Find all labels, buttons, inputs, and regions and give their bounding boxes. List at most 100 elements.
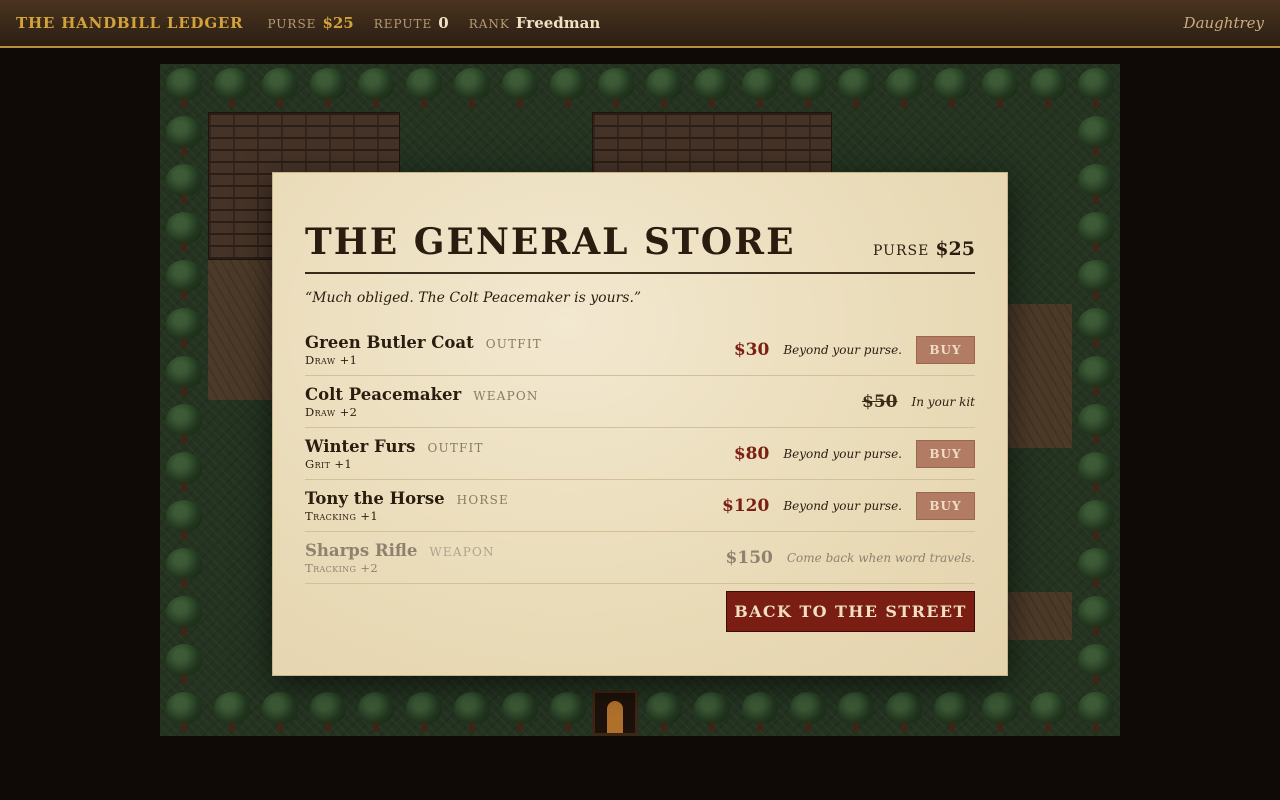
tree-tile — [500, 66, 540, 110]
tree-tile — [740, 66, 780, 110]
tree-tile — [644, 66, 684, 110]
tree-tile — [932, 66, 972, 110]
tree-tile — [548, 66, 588, 110]
item-row-tony-the-horse: Tony the Horse HORSE Tracking +1 $120 Be… — [305, 480, 975, 532]
tree-tile — [164, 210, 204, 254]
repute-stat: REPUTE 0 — [374, 14, 449, 32]
tree-tile — [212, 690, 252, 734]
item-list: Green Butler Coat OUTFIT Draw +1 $30 Bey… — [305, 324, 975, 584]
item-name: Winter Furs — [305, 436, 416, 456]
item-name: Colt Peacemaker — [305, 384, 462, 404]
tree-tile — [452, 690, 492, 734]
store-door — [592, 690, 638, 736]
tree-tile — [164, 258, 204, 302]
item-note: Beyond your purse. — [783, 342, 902, 357]
tree-tile — [164, 498, 204, 542]
store-purse-label: PURSE — [873, 243, 930, 259]
tree-tile — [164, 546, 204, 590]
tree-tile — [164, 690, 204, 734]
tree-tile — [1076, 642, 1116, 686]
tree-tile — [164, 162, 204, 206]
tree-tile — [356, 690, 396, 734]
item-price-struck: $50 — [862, 391, 898, 412]
purse-stat: PURSE $25 — [267, 14, 353, 32]
tree-tile — [788, 66, 828, 110]
tree-tile — [500, 690, 540, 734]
repute-value: 0 — [438, 14, 449, 32]
top-bar: THE HANDBILL LEDGER PURSE $25 REPUTE 0 R… — [0, 0, 1280, 48]
rank-label: RANK — [468, 17, 510, 31]
town-name: Daughtrey — [1183, 14, 1264, 32]
shopkeeper-quote: “Much obliged. The Colt Peacemaker is yo… — [305, 290, 642, 306]
tree-tile — [1076, 594, 1116, 638]
tree-tile — [356, 66, 396, 110]
owned-note: In your kit — [911, 394, 976, 409]
tree-tile — [1028, 690, 1068, 734]
tree-tile — [164, 594, 204, 638]
building-right — [592, 112, 832, 176]
item-type: OUTFIT — [427, 440, 484, 455]
tree-tile — [1076, 498, 1116, 542]
item-name: Green Butler Coat — [305, 332, 474, 352]
repute-label: REPUTE — [373, 17, 433, 31]
tree-tile — [164, 402, 204, 446]
tree-tile — [404, 66, 444, 110]
tree-tile — [548, 690, 588, 734]
tree-tile — [1076, 402, 1116, 446]
tree-tile — [932, 690, 972, 734]
store-purse-value: $25 — [935, 238, 975, 260]
dirt-path-bottom-right — [1008, 592, 1072, 640]
buy-button-green-butler-coat[interactable]: BUY — [916, 335, 975, 364]
item-stat: Draw +1 — [305, 352, 358, 367]
back-to-street-button[interactable]: BACK TO THE STREET — [726, 591, 975, 632]
tree-tile — [164, 306, 204, 350]
purse-value: $25 — [322, 14, 354, 32]
tree-tile — [692, 66, 732, 110]
item-price: $80 — [733, 443, 770, 464]
tree-tile — [1076, 66, 1116, 110]
item-row-sharps-rifle: Sharps Rifle WEAPON Tracking +2 $150 Com… — [305, 532, 975, 584]
tree-tile — [164, 114, 204, 158]
tree-tile — [884, 690, 924, 734]
item-price: $150 — [725, 547, 773, 568]
item-row-green-butler-coat: Green Butler Coat OUTFIT Draw +1 $30 Bey… — [305, 324, 975, 376]
tree-tile — [1076, 306, 1116, 350]
tree-tile — [1076, 450, 1116, 494]
item-stat: Tracking +2 — [305, 560, 379, 575]
item-row-colt-peacemaker: Colt Peacemaker WEAPON Draw +2 $50 In yo… — [305, 376, 975, 428]
item-row-winter-furs: Winter Furs OUTFIT Grit +1 $80 Beyond yo… — [305, 428, 975, 480]
tree-tile — [788, 690, 828, 734]
tree-tile — [836, 66, 876, 110]
tree-tile — [164, 354, 204, 398]
tree-tile — [1076, 690, 1116, 734]
tree-tile — [308, 66, 348, 110]
tree-tile — [836, 690, 876, 734]
tree-tile — [1076, 354, 1116, 398]
tree-tile — [308, 690, 348, 734]
dirt-path-right — [1008, 304, 1072, 448]
tree-tile — [644, 690, 684, 734]
tree-tile — [1076, 210, 1116, 254]
tree-tile — [884, 66, 924, 110]
store-purse: PURSE $25 — [873, 238, 975, 260]
tree-tile — [1076, 114, 1116, 158]
item-name: Tony the Horse — [305, 488, 445, 508]
tree-tile — [1076, 162, 1116, 206]
store-header: THE GENERAL STORE PURSE $25 — [305, 197, 975, 274]
item-note: Beyond your purse. — [783, 498, 902, 513]
rank-stat: RANK Freedman — [469, 14, 601, 32]
item-price: $30 — [733, 339, 770, 360]
item-type: WEAPON — [429, 544, 495, 559]
buy-button-tony-the-horse[interactable]: BUY — [916, 491, 975, 520]
purse-label: PURSE — [267, 17, 317, 31]
tree-tile — [212, 66, 252, 110]
tree-tile — [1076, 258, 1116, 302]
store-title: THE GENERAL STORE — [305, 221, 796, 263]
tree-tile — [260, 66, 300, 110]
locked-note: Come back when word travels. — [786, 550, 975, 565]
buy-button-winter-furs[interactable]: BUY — [916, 439, 975, 468]
tree-tile — [740, 690, 780, 734]
tree-tile — [692, 690, 732, 734]
game-title: THE HANDBILL LEDGER — [16, 14, 244, 32]
tree-tile — [596, 66, 636, 110]
